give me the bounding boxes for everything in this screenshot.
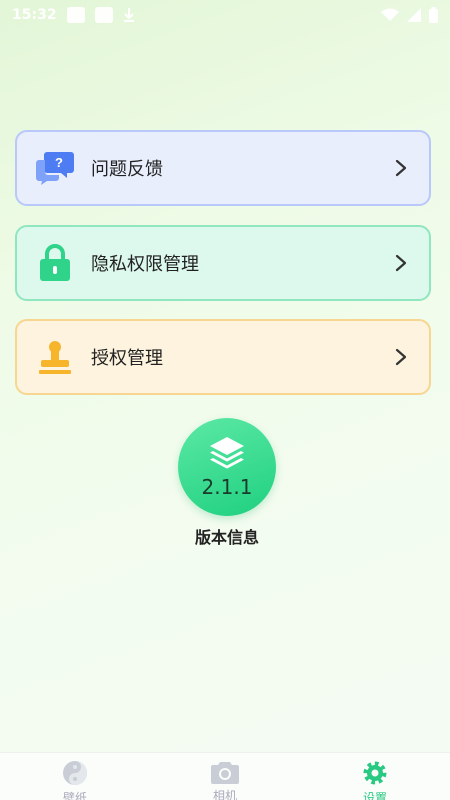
battery-icon <box>429 7 438 23</box>
stamp-icon <box>35 337 75 377</box>
privacy-card[interactable]: 隐私权限管理 <box>15 225 431 301</box>
signal-icon <box>407 8 421 22</box>
nav-label-wallpaper: 壁纸 <box>62 791 87 800</box>
notification-icon-2 <box>94 7 113 23</box>
nav-tab-wallpaper[interactable]: 壁纸 <box>25 753 125 800</box>
auth-card[interactable]: 授权管理 <box>15 319 431 395</box>
nav-tab-settings[interactable]: 设置 <box>325 753 425 800</box>
version-label: 版本信息 <box>194 528 259 547</box>
privacy-label: 隐私权限管理 <box>91 254 199 275</box>
layers-icon <box>210 437 244 469</box>
wifi-icon <box>381 8 399 21</box>
auth-label: 授权管理 <box>91 348 163 369</box>
gear-icon <box>363 761 387 785</box>
yin-yang-icon <box>63 761 87 785</box>
nav-label-camera: 相机 <box>212 789 237 800</box>
svg-text:?: ? <box>55 155 63 170</box>
notification-icon <box>66 7 85 23</box>
chat-question-icon: ? <box>35 148 75 188</box>
bottom-nav: 壁纸 相机 设置 <box>0 752 450 800</box>
version-number: 2.1.1 <box>201 475 253 499</box>
feedback-label: 问题反馈 <box>91 159 163 180</box>
chevron-right-icon <box>395 348 407 366</box>
nav-label-settings: 设置 <box>362 791 387 800</box>
chevron-right-icon <box>395 254 407 272</box>
status-time: 15:32 <box>12 7 57 23</box>
lock-icon <box>35 243 75 283</box>
camera-icon <box>211 762 239 784</box>
version-info[interactable]: 2.1.1 版本信息 <box>175 418 279 548</box>
chevron-right-icon <box>395 159 407 177</box>
nav-tab-camera[interactable]: 相机 <box>175 753 275 800</box>
download-icon <box>123 8 134 22</box>
version-badge[interactable]: 2.1.1 <box>178 418 276 516</box>
status-bar: 15:32 <box>0 0 450 30</box>
feedback-card[interactable]: ? 问题反馈 <box>15 130 431 206</box>
